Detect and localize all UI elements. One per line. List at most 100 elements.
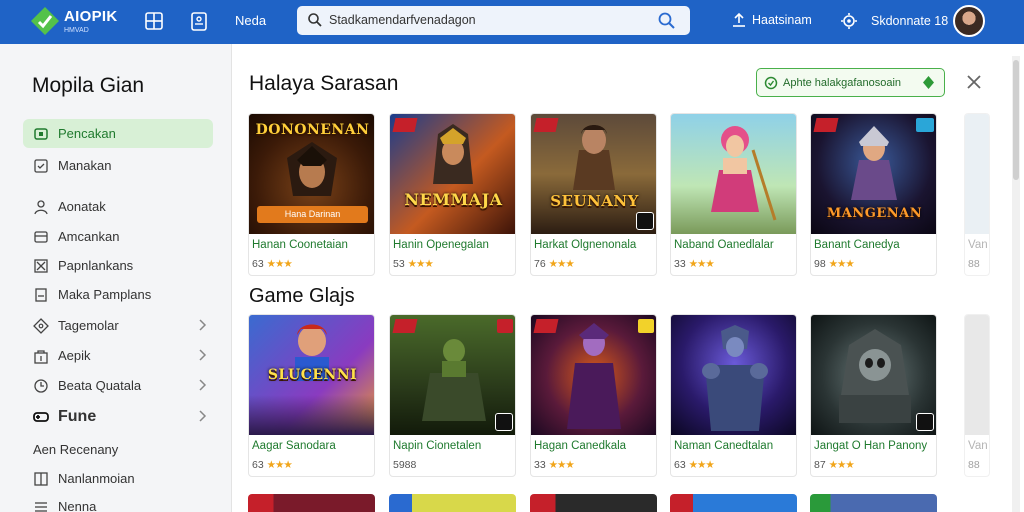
close-icon[interactable] xyxy=(964,72,984,92)
game-card[interactable]: NEMMAJA Hanin Openegalan 53 ★★★ xyxy=(389,113,516,276)
game-card-partial[interactable]: Van 88 xyxy=(964,314,990,477)
game-card[interactable]: Hagan Canedkala 33 ★★★ xyxy=(530,314,657,477)
sidebar-item-nenna[interactable]: Nenna xyxy=(23,492,213,512)
sidebar-item-label: Pencakan xyxy=(58,126,116,141)
promo-button[interactable]: Aphte halakgafanosoain xyxy=(756,68,945,97)
sidebar-item-fune[interactable]: Fune xyxy=(23,402,213,431)
list-icon xyxy=(35,501,47,512)
search-submit-icon[interactable] xyxy=(657,11,676,30)
notifications-button[interactable]: Skdonnate 18 xyxy=(840,12,948,30)
search-input[interactable]: Stadkamendarfvenadagon xyxy=(329,13,476,27)
game-title: Hagan Canedkala xyxy=(534,440,627,452)
sidebar-item-manakan[interactable]: Manakan xyxy=(23,151,213,180)
sidebar-item-maka-pamplans[interactable]: Maka Pamplans xyxy=(23,280,213,309)
game-card[interactable]: SEUNANY Harkat Olgnenonala 76 ★★★ xyxy=(530,113,657,276)
new-badge xyxy=(638,319,654,333)
sidebar-item-pencakan[interactable]: Pencakan xyxy=(23,119,213,148)
game-card[interactable]: Naband Oanedlalar 33 ★★★ xyxy=(670,113,797,276)
character-figure xyxy=(573,125,615,190)
search-icon xyxy=(308,13,322,27)
game-rating: 5988 xyxy=(393,459,417,471)
sidebar: Mopila Gian Pencakan Manakan Aonatak Amc… xyxy=(0,44,232,512)
grid-icon[interactable] xyxy=(143,10,165,32)
clipboard-icon[interactable] xyxy=(188,10,210,32)
chevron-right-icon xyxy=(199,319,207,331)
sidebar-item-aepik[interactable]: Aepik xyxy=(23,341,213,370)
sidebar-item-nanlanmoian[interactable]: Nanlanmoian xyxy=(23,464,213,493)
game-art xyxy=(965,315,989,435)
chevron-right-icon xyxy=(199,379,207,391)
sidebar-item-beata-quatala[interactable]: Beata Quatala xyxy=(23,371,213,400)
game-title: Hanan Coonetaian xyxy=(252,239,348,251)
app-logo[interactable]: AIOPIK HMVAD xyxy=(30,5,122,37)
character-figure xyxy=(711,126,777,221)
game-card[interactable]: SLUCENNI Aagar Sanodara 63 ★★★ xyxy=(248,314,375,477)
platform-icon xyxy=(916,413,934,431)
gear-icon xyxy=(841,13,857,29)
sidebar-section-label: Aen Recenany xyxy=(23,435,213,464)
game-card-partial[interactable] xyxy=(248,494,375,512)
user-icon xyxy=(34,199,48,214)
game-art-title: NEMMAJA xyxy=(404,190,503,209)
game-card-partial[interactable] xyxy=(810,494,937,512)
chevron-right-icon xyxy=(199,349,207,361)
character-figure xyxy=(422,339,486,421)
game-card-partial[interactable]: Van 88 xyxy=(964,113,990,276)
logo-subtext: HMVAD xyxy=(64,26,89,34)
star-rating-icon: ★★★ xyxy=(688,258,715,270)
game-rating: 88 xyxy=(968,459,980,471)
avatar[interactable] xyxy=(953,5,985,37)
star-rating-icon: ★★★ xyxy=(688,459,715,471)
grid-icon xyxy=(34,471,48,486)
hot-badge xyxy=(392,118,418,132)
folder-icon xyxy=(34,230,48,243)
hot-badge xyxy=(813,118,839,132)
sidebar-item-label: Nenna xyxy=(58,499,97,512)
sidebar-item-label: Maka Pamplans xyxy=(58,287,152,302)
game-card[interactable]: DONONENAN Hana Darinan Hanan Coonetaian … xyxy=(248,113,375,276)
search-bar[interactable]: Stadkamendarfvenadagon xyxy=(297,6,690,35)
game-card-partial[interactable] xyxy=(389,494,516,512)
sidebar-title: Mopila Gian xyxy=(32,74,145,97)
shield-icon xyxy=(764,76,778,89)
character-figure xyxy=(702,325,768,431)
game-card[interactable]: Napin Cionetalen 5988 xyxy=(389,314,516,477)
game-art: MANGENAN xyxy=(811,114,936,234)
game-card[interactable]: Naman Canedtalan 63 ★★★ xyxy=(670,314,797,477)
logo-text: AIOPIK xyxy=(64,7,118,25)
game-art-title: SEUNANY xyxy=(550,192,639,210)
game-card-partial[interactable] xyxy=(530,494,657,512)
scrollbar[interactable] xyxy=(1012,56,1020,512)
sidebar-item-papnlankans[interactable]: Papnlankans xyxy=(23,251,213,280)
section-title: Game Glajs xyxy=(249,285,355,307)
sidebar-item-aonatak[interactable]: Aonatak xyxy=(23,192,213,221)
hot-badge xyxy=(533,118,559,132)
play-button[interactable]: Hana Darinan xyxy=(257,206,368,223)
game-title: Naband Oanedlalar xyxy=(674,239,774,251)
game-title: Banant Canedya xyxy=(814,239,900,251)
upload-button[interactable]: Haatsinam xyxy=(732,12,812,28)
game-art: DONONENAN Hana Darinan xyxy=(249,114,374,234)
nav-link[interactable]: Neda xyxy=(235,13,266,28)
platform-icon xyxy=(495,413,513,431)
sidebar-item-label: Beata Quatala xyxy=(58,378,142,393)
star-rating-icon: ★★★ xyxy=(266,258,293,270)
tag-icon xyxy=(33,317,49,334)
game-art: NEMMAJA xyxy=(390,114,515,234)
game-card[interactable]: MANGENAN Banant Canedya 98 ★★★ xyxy=(810,113,937,276)
game-art-title: MANGENAN xyxy=(826,206,923,221)
game-title: Jangat O Han Panony xyxy=(814,440,928,452)
game-title: Harkat Olgnenonala xyxy=(534,239,637,251)
game-art xyxy=(811,315,936,435)
game-art xyxy=(390,315,515,435)
sidebar-item-label: Fune xyxy=(58,407,97,425)
sidebar-item-amcankan[interactable]: Amcankan xyxy=(23,222,213,251)
character-figure xyxy=(851,126,897,200)
game-title: Napin Cionetalen xyxy=(393,440,482,452)
sidebar-item-label: Nanlanmoian xyxy=(58,471,135,486)
game-card[interactable]: Jangat O Han Panony 87 ★★★ xyxy=(810,314,937,477)
star-rating-icon: ★★★ xyxy=(407,258,434,270)
sidebar-item-tagemolar[interactable]: Tagemolar xyxy=(23,311,213,340)
scrollbar-thumb[interactable] xyxy=(1013,60,1019,180)
game-card-partial[interactable] xyxy=(670,494,797,512)
